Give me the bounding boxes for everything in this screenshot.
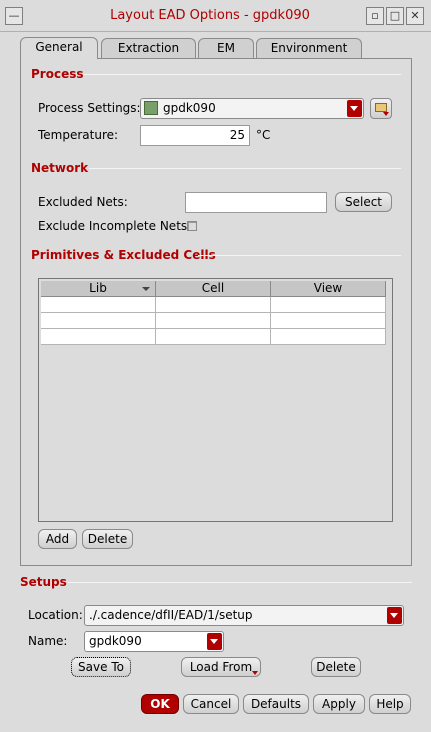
chevron-down-icon[interactable] (207, 633, 222, 650)
location-combo[interactable]: ./.cadence/dfII/EAD/1/setup (84, 605, 404, 626)
folder-icon (375, 103, 387, 112)
process-settings-label: Process Settings: (38, 101, 141, 115)
save-to-button[interactable]: Save To (71, 657, 131, 677)
table-header: Lib Cell View (41, 281, 386, 297)
table-cell-lib[interactable] (41, 297, 156, 313)
network-section-title: Network (31, 161, 89, 175)
excluded-nets-label: Excluded Nets: (38, 195, 128, 209)
ok-button[interactable]: OK (141, 694, 179, 714)
excluded-nets-input[interactable] (185, 192, 327, 213)
column-header-view[interactable]: View (271, 281, 386, 297)
minimize-icon[interactable]: ▫ (366, 7, 384, 25)
primitives-table[interactable]: Lib Cell View (38, 278, 393, 522)
process-section-title: Process (31, 67, 84, 81)
dropdown-marker-icon (252, 671, 258, 675)
setups-section-title: Setups (20, 575, 67, 589)
delete-setup-button[interactable]: Delete (311, 657, 361, 677)
close-icon[interactable]: ✕ (406, 7, 424, 25)
process-settings-value: gpdk090 (163, 101, 216, 115)
chevron-down-icon[interactable] (387, 607, 402, 624)
window-menu-icon[interactable]: — (5, 7, 23, 25)
title-bar[interactable]: — Layout EAD Options - gpdk090 ▫ □ ✕ (0, 0, 431, 32)
tab-extraction[interactable]: Extraction (101, 38, 196, 58)
dropdown-marker-icon (383, 112, 389, 116)
table-cell-cell[interactable] (156, 329, 271, 345)
apply-button[interactable]: Apply (313, 694, 365, 714)
tab-general[interactable]: General (20, 37, 98, 59)
primitives-divider (198, 255, 401, 256)
tab-general-label: General (35, 40, 83, 54)
load-from-label: Load From (189, 660, 253, 674)
temperature-label: Temperature: (38, 128, 119, 142)
column-header-lib[interactable]: Lib (41, 281, 156, 297)
tab-environment-label: Environment (270, 41, 348, 55)
column-header-view-label: View (313, 281, 343, 295)
table-cell-view[interactable] (271, 313, 386, 329)
table-cell-lib[interactable] (41, 329, 156, 345)
select-button[interactable]: Select (335, 192, 392, 212)
delete-cell-button[interactable]: Delete (82, 529, 133, 549)
defaults-button[interactable]: Defaults (243, 694, 309, 714)
cancel-button[interactable]: Cancel (183, 694, 239, 714)
table-cell-cell[interactable] (156, 313, 271, 329)
maximize-icon[interactable]: □ (386, 7, 404, 25)
table-row[interactable] (41, 329, 386, 345)
name-value: gpdk090 (89, 634, 142, 648)
table-cell-cell[interactable] (156, 297, 271, 313)
tab-em-label: EM (217, 41, 235, 55)
location-label: Location: (28, 608, 83, 622)
column-header-cell[interactable]: Cell (156, 281, 271, 297)
name-label: Name: (28, 634, 68, 648)
temperature-input[interactable]: 25 (140, 125, 250, 146)
tab-extraction-label: Extraction (117, 41, 180, 55)
network-divider (89, 168, 401, 169)
chevron-down-icon[interactable] (347, 100, 362, 117)
location-value: ./.cadence/dfII/EAD/1/setup (89, 608, 253, 622)
process-settings-combo[interactable]: gpdk090 (140, 98, 364, 119)
column-header-cell-label: Cell (201, 281, 225, 295)
process-file-icon (144, 101, 158, 115)
setups-divider (68, 582, 412, 583)
name-combo[interactable]: gpdk090 (84, 631, 224, 652)
table-cell-view[interactable] (271, 297, 386, 313)
primitives-section-title: Primitives & Excluded Cells (31, 248, 216, 262)
table-row[interactable] (41, 313, 386, 329)
table-cell-view[interactable] (271, 329, 386, 345)
process-divider (83, 74, 401, 75)
tab-em[interactable]: EM (198, 38, 254, 58)
column-header-lib-label: Lib (89, 281, 107, 295)
folder-browse-button[interactable] (370, 98, 392, 119)
window-title: Layout EAD Options - gpdk090 (110, 8, 310, 23)
sort-down-icon (142, 287, 150, 291)
table-row[interactable] (41, 297, 386, 313)
load-from-button[interactable]: Load From (181, 657, 261, 677)
exclude-incomplete-label: Exclude Incomplete Nets: (38, 219, 192, 233)
table-cell-lib[interactable] (41, 313, 156, 329)
help-button[interactable]: Help (369, 694, 411, 714)
tab-environment[interactable]: Environment (256, 38, 362, 58)
exclude-incomplete-checkbox[interactable] (187, 221, 197, 231)
add-button[interactable]: Add (38, 529, 77, 549)
temperature-unit: °C (256, 128, 271, 142)
